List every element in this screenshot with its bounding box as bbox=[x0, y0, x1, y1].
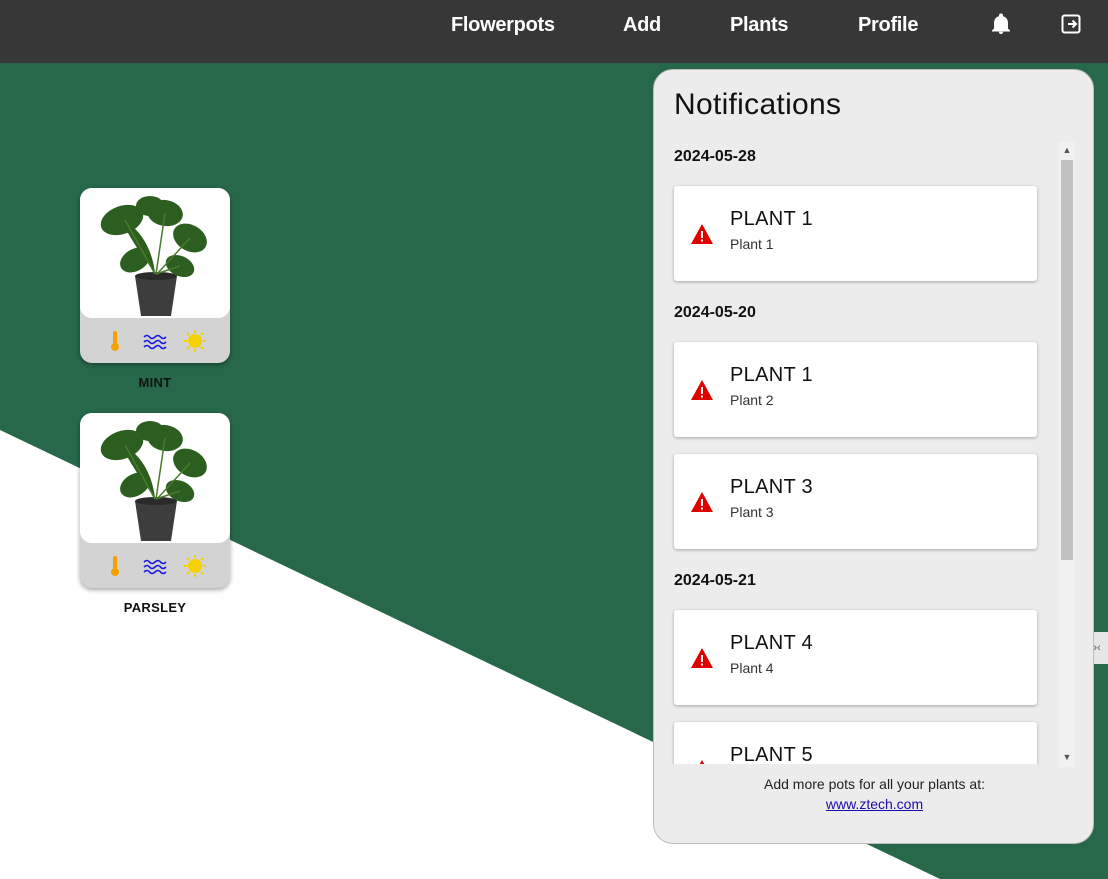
notification-title: PLANT 5 bbox=[730, 744, 813, 764]
water-icon bbox=[143, 334, 167, 350]
warning-icon bbox=[691, 380, 713, 400]
date-heading: 2024-05-21 bbox=[674, 572, 756, 589]
notification-title: PLANT 1 bbox=[730, 364, 813, 386]
notification-subtitle: Plant 4 bbox=[730, 660, 774, 676]
notification-subtitle: Plant 1 bbox=[730, 236, 774, 252]
nav-plants[interactable]: Plants bbox=[730, 14, 789, 37]
sun-icon bbox=[184, 555, 206, 577]
date-heading: 2024-05-20 bbox=[674, 304, 756, 321]
pot-tile[interactable] bbox=[80, 188, 230, 363]
notification-card[interactable]: PLANT 1 Plant 1 bbox=[674, 186, 1037, 281]
nav-profile[interactable]: Profile bbox=[858, 14, 918, 37]
pot-card-mint[interactable]: MINT bbox=[80, 188, 230, 390]
pot-tile[interactable] bbox=[80, 413, 230, 588]
warning-icon bbox=[699, 760, 705, 764]
pot-card-parsley[interactable]: PARSLEY bbox=[80, 413, 230, 615]
notification-subtitle: Plant 2 bbox=[730, 392, 774, 408]
notifications-title: Notifications bbox=[674, 88, 842, 121]
scroll-up-arrow[interactable]: ▲ bbox=[1059, 142, 1075, 158]
notification-card[interactable]: PLANT 4 Plant 4 bbox=[674, 610, 1037, 705]
notification-title: PLANT 1 bbox=[730, 208, 813, 230]
notifications-list[interactable]: 2024-05-28 PLANT 1 Plant 1 2024-05-20 PL… bbox=[654, 142, 1057, 764]
bell-icon[interactable] bbox=[989, 12, 1013, 36]
sensor-icons bbox=[80, 326, 230, 356]
warning-icon bbox=[691, 648, 713, 668]
plant-image bbox=[80, 188, 230, 318]
notification-card[interactable]: PLANT 3 Plant 3 bbox=[674, 454, 1037, 549]
notification-title: PLANT 3 bbox=[730, 476, 813, 498]
thermometer-icon bbox=[111, 331, 119, 351]
pot-name: PARSLEY bbox=[123, 600, 187, 615]
scroll-thumb[interactable] bbox=[1061, 160, 1073, 560]
warning-icon bbox=[691, 224, 713, 244]
warning-icon bbox=[691, 492, 713, 512]
footer-link[interactable]: www.ztech.com bbox=[654, 796, 1095, 812]
scroll-down-arrow[interactable]: ▼ bbox=[1059, 749, 1075, 765]
scrollbar[interactable]: ▲ ▼ bbox=[1059, 142, 1075, 767]
logout-icon[interactable] bbox=[1059, 12, 1083, 36]
pot-name: MINT bbox=[138, 375, 172, 390]
footer-text: Add more pots for all your plants at: bbox=[764, 776, 985, 792]
water-icon bbox=[143, 559, 167, 575]
top-nav-bar: Flowerpots Add Plants Profile bbox=[0, 0, 1108, 63]
notification-subtitle: Plant 3 bbox=[730, 504, 774, 520]
notifications-panel: Notifications 2024-05-28 PLANT 1 Plant 1… bbox=[653, 69, 1094, 844]
nav-flowerpots[interactable]: Flowerpots bbox=[451, 14, 555, 37]
notification-title: PLANT 4 bbox=[730, 632, 813, 654]
date-heading: 2024-05-28 bbox=[674, 148, 756, 165]
notification-card[interactable]: PLANT 1 Plant 2 bbox=[674, 342, 1037, 437]
nav-add[interactable]: Add bbox=[623, 14, 661, 37]
sun-icon bbox=[184, 330, 206, 352]
thermometer-icon bbox=[111, 556, 119, 576]
notification-card[interactable]: PLANT 5 bbox=[674, 722, 1037, 764]
plant-image bbox=[80, 413, 230, 543]
sensor-icons bbox=[80, 551, 230, 581]
